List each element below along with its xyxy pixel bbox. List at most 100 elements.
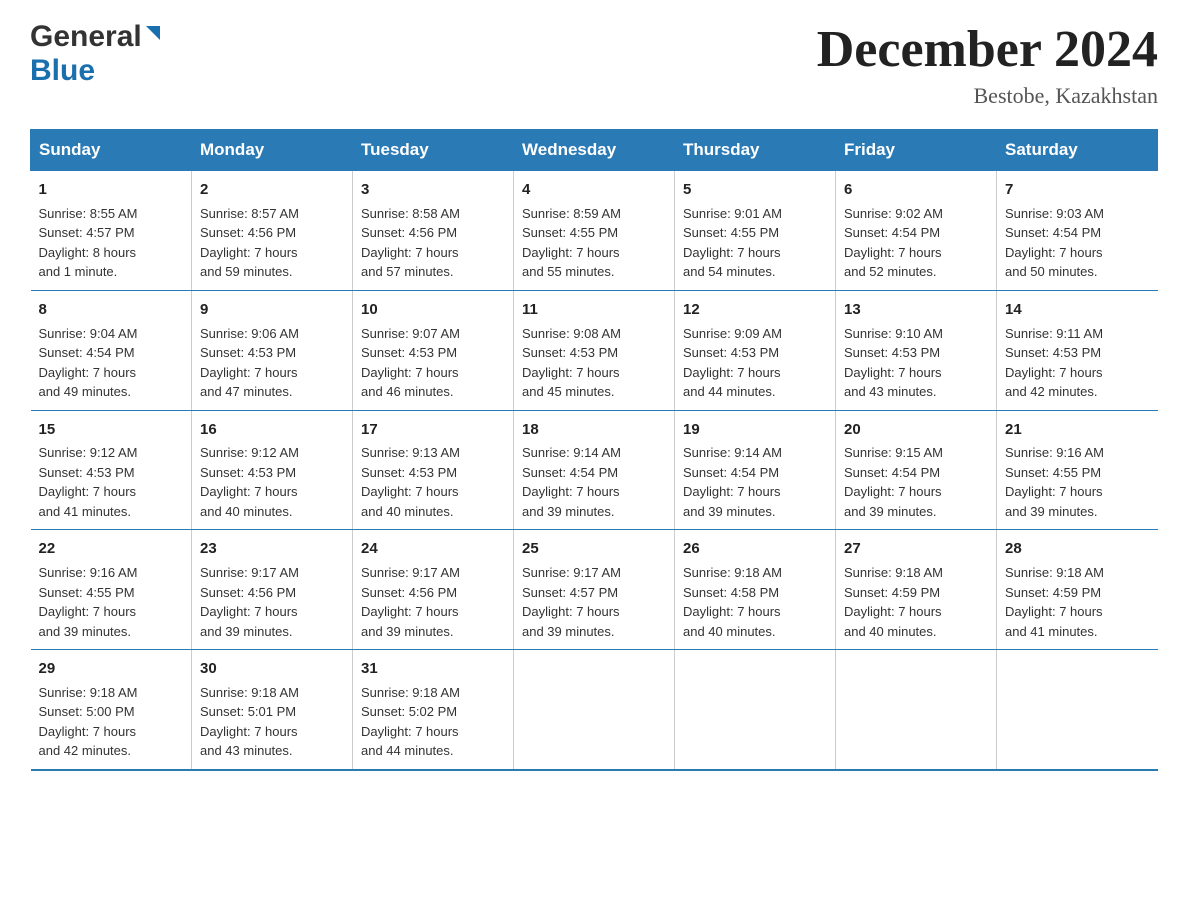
day-info: Sunrise: 9:18 AM Sunset: 5:01 PM Dayligh… xyxy=(200,683,344,761)
day-number: 3 xyxy=(361,179,505,201)
table-row: 26Sunrise: 9:18 AM Sunset: 4:58 PM Dayli… xyxy=(675,530,836,650)
table-row xyxy=(514,650,675,770)
day-number: 24 xyxy=(361,538,505,560)
col-sunday: Sunday xyxy=(31,130,192,171)
day-info: Sunrise: 9:12 AM Sunset: 4:53 PM Dayligh… xyxy=(39,443,184,521)
day-number: 21 xyxy=(1005,419,1150,441)
table-row: 23 Sunrise: 9:17 AM Sunset: 4:56 PM Dayli… xyxy=(192,530,353,650)
day-number: 1 xyxy=(39,179,184,201)
day-info: Sunrise: 9:11 AM Sunset: 4:53 PM Dayligh… xyxy=(1005,324,1150,402)
day-info: Sunrise: 9:16 AM Sunset: 4:55 PM Dayligh… xyxy=(39,563,184,641)
table-row: 12Sunrise: 9:09 AM Sunset: 4:53 PM Dayli… xyxy=(675,290,836,410)
day-number: 25 xyxy=(522,538,666,560)
table-row xyxy=(997,650,1158,770)
day-info: Sunrise: 9:02 AM Sunset: 4:54 PM Dayligh… xyxy=(844,204,988,282)
day-info: Sunrise: 9:10 AM Sunset: 4:53 PM Dayligh… xyxy=(844,324,988,402)
calendar-body: 1 Sunrise: 8:55 AM Sunset: 4:57 PM Daylig… xyxy=(31,171,1158,770)
day-info: Sunrise: 9:15 AM Sunset: 4:54 PM Dayligh… xyxy=(844,443,988,521)
calendar-table: Sunday Monday Tuesday Wednesday Thursday… xyxy=(30,129,1158,771)
col-thursday: Thursday xyxy=(675,130,836,171)
table-row xyxy=(836,650,997,770)
day-info: Sunrise: 9:18 AM Sunset: 5:02 PM Dayligh… xyxy=(361,683,505,761)
table-row: 2 Sunrise: 8:57 AM Sunset: 4:56 PM Daylig… xyxy=(192,171,353,291)
table-row: 25 Sunrise: 9:17 AM Sunset: 4:57 PM Dayli… xyxy=(514,530,675,650)
day-number: 31 xyxy=(361,658,505,680)
day-number: 15 xyxy=(39,419,184,441)
logo-general-text: General xyxy=(30,20,142,54)
table-row: 21Sunrise: 9:16 AM Sunset: 4:55 PM Dayli… xyxy=(997,410,1158,530)
day-info: Sunrise: 9:04 AM Sunset: 4:54 PM Dayligh… xyxy=(39,324,184,402)
page-subtitle: Bestobe, Kazakhstan xyxy=(817,83,1158,109)
day-number: 6 xyxy=(844,179,988,201)
day-number: 2 xyxy=(200,179,344,201)
day-number: 9 xyxy=(200,299,344,321)
table-row: 10 Sunrise: 9:07 AM Sunset: 4:53 PM Dayli… xyxy=(353,290,514,410)
day-info: Sunrise: 9:17 AM Sunset: 4:56 PM Dayligh… xyxy=(361,563,505,641)
table-row: 29 Sunrise: 9:18 AM Sunset: 5:00 PM Dayli… xyxy=(31,650,192,770)
day-number: 14 xyxy=(1005,299,1150,321)
table-row: 4Sunrise: 8:59 AM Sunset: 4:55 PM Daylig… xyxy=(514,171,675,291)
table-row xyxy=(675,650,836,770)
day-number: 18 xyxy=(522,419,666,441)
table-row: 24 Sunrise: 9:17 AM Sunset: 4:56 PM Dayli… xyxy=(353,530,514,650)
day-info: Sunrise: 9:18 AM Sunset: 4:59 PM Dayligh… xyxy=(844,563,988,641)
day-info: Sunrise: 9:03 AM Sunset: 4:54 PM Dayligh… xyxy=(1005,204,1150,282)
col-wednesday: Wednesday xyxy=(514,130,675,171)
day-info: Sunrise: 8:55 AM Sunset: 4:57 PM Dayligh… xyxy=(39,204,184,282)
day-number: 19 xyxy=(683,419,827,441)
col-saturday: Saturday xyxy=(997,130,1158,171)
table-row: 19Sunrise: 9:14 AM Sunset: 4:54 PM Dayli… xyxy=(675,410,836,530)
page-header: General Blue December 2024 Bestobe, Kaza… xyxy=(30,20,1158,109)
table-row: 1 Sunrise: 8:55 AM Sunset: 4:57 PM Daylig… xyxy=(31,171,192,291)
day-info: Sunrise: 9:06 AM Sunset: 4:53 PM Dayligh… xyxy=(200,324,344,402)
day-number: 8 xyxy=(39,299,184,321)
day-number: 17 xyxy=(361,419,505,441)
day-number: 23 xyxy=(200,538,344,560)
day-number: 27 xyxy=(844,538,988,560)
day-number: 28 xyxy=(1005,538,1150,560)
table-row: 17Sunrise: 9:13 AM Sunset: 4:53 PM Dayli… xyxy=(353,410,514,530)
day-number: 4 xyxy=(522,179,666,201)
day-info: Sunrise: 8:57 AM Sunset: 4:56 PM Dayligh… xyxy=(200,204,344,282)
logo-blue-text: Blue xyxy=(30,54,95,88)
day-info: Sunrise: 9:13 AM Sunset: 4:53 PM Dayligh… xyxy=(361,443,505,521)
day-number: 7 xyxy=(1005,179,1150,201)
table-row: 14 Sunrise: 9:11 AM Sunset: 4:53 PM Dayli… xyxy=(997,290,1158,410)
table-row: 5 Sunrise: 9:01 AM Sunset: 4:55 PM Daylig… xyxy=(675,171,836,291)
col-tuesday: Tuesday xyxy=(353,130,514,171)
day-info: Sunrise: 9:12 AM Sunset: 4:53 PM Dayligh… xyxy=(200,443,344,521)
day-number: 20 xyxy=(844,419,988,441)
day-info: Sunrise: 9:14 AM Sunset: 4:54 PM Dayligh… xyxy=(683,443,827,521)
day-info: Sunrise: 9:01 AM Sunset: 4:55 PM Dayligh… xyxy=(683,204,827,282)
day-info: Sunrise: 9:17 AM Sunset: 4:56 PM Dayligh… xyxy=(200,563,344,641)
title-area: December 2024 Bestobe, Kazakhstan xyxy=(817,20,1158,109)
table-row: 15Sunrise: 9:12 AM Sunset: 4:53 PM Dayli… xyxy=(31,410,192,530)
logo-arrow-icon xyxy=(142,22,164,49)
day-info: Sunrise: 8:58 AM Sunset: 4:56 PM Dayligh… xyxy=(361,204,505,282)
day-number: 10 xyxy=(361,299,505,321)
day-info: Sunrise: 9:14 AM Sunset: 4:54 PM Dayligh… xyxy=(522,443,666,521)
table-row: 7 Sunrise: 9:03 AM Sunset: 4:54 PM Daylig… xyxy=(997,171,1158,291)
table-row: 28 Sunrise: 9:18 AM Sunset: 4:59 PM Dayli… xyxy=(997,530,1158,650)
day-number: 11 xyxy=(522,299,666,321)
day-info: Sunrise: 9:16 AM Sunset: 4:55 PM Dayligh… xyxy=(1005,443,1150,521)
day-info: Sunrise: 9:07 AM Sunset: 4:53 PM Dayligh… xyxy=(361,324,505,402)
day-info: Sunrise: 9:18 AM Sunset: 4:59 PM Dayligh… xyxy=(1005,563,1150,641)
day-info: Sunrise: 9:09 AM Sunset: 4:53 PM Dayligh… xyxy=(683,324,827,402)
day-number: 16 xyxy=(200,419,344,441)
table-row: 30Sunrise: 9:18 AM Sunset: 5:01 PM Dayli… xyxy=(192,650,353,770)
table-row: 22Sunrise: 9:16 AM Sunset: 4:55 PM Dayli… xyxy=(31,530,192,650)
day-number: 5 xyxy=(683,179,827,201)
day-info: Sunrise: 9:17 AM Sunset: 4:57 PM Dayligh… xyxy=(522,563,666,641)
calendar-header: Sunday Monday Tuesday Wednesday Thursday… xyxy=(31,130,1158,171)
day-info: Sunrise: 9:18 AM Sunset: 5:00 PM Dayligh… xyxy=(39,683,184,761)
table-row: 11 Sunrise: 9:08 AM Sunset: 4:53 PM Dayli… xyxy=(514,290,675,410)
table-row: 20Sunrise: 9:15 AM Sunset: 4:54 PM Dayli… xyxy=(836,410,997,530)
table-row: 27 Sunrise: 9:18 AM Sunset: 4:59 PM Dayli… xyxy=(836,530,997,650)
day-number: 29 xyxy=(39,658,184,680)
day-number: 13 xyxy=(844,299,988,321)
day-info: Sunrise: 9:08 AM Sunset: 4:53 PM Dayligh… xyxy=(522,324,666,402)
col-friday: Friday xyxy=(836,130,997,171)
table-row: 13 Sunrise: 9:10 AM Sunset: 4:53 PM Dayli… xyxy=(836,290,997,410)
col-monday: Monday xyxy=(192,130,353,171)
